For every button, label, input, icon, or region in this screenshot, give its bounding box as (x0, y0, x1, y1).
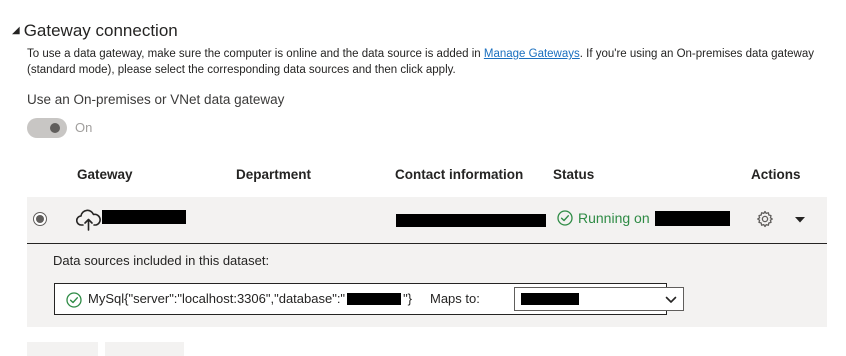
datasource-connection-string: MySql{"server":"localhost:3306","databas… (88, 291, 412, 306)
maps-to-value-redaction (521, 293, 579, 305)
datasource-suffix: "} (403, 291, 413, 306)
apply-button[interactable] (27, 342, 98, 356)
gateway-toggle[interactable] (27, 118, 67, 138)
chevron-down-icon (665, 296, 677, 303)
collapse-caret-icon[interactable]: ◢ (12, 26, 20, 36)
header-department: Department (236, 167, 312, 182)
check-circle-icon (66, 292, 82, 308)
datasource-prefix: MySql{"server":"localhost:3306","databas… (88, 291, 346, 306)
radio-selected-dot (36, 215, 44, 223)
maps-to-label: Maps to: (430, 291, 480, 306)
gateway-description: To use a data gateway, make sure the com… (27, 46, 827, 78)
manage-gateways-link[interactable]: Manage Gateways (484, 48, 580, 60)
datasources-title: Data sources included in this dataset: (53, 253, 270, 268)
gateway-row[interactable]: Running on (27, 197, 827, 244)
check-circle-icon (557, 210, 573, 226)
database-name-redaction (347, 292, 402, 305)
status-indicator: Running on (557, 210, 730, 226)
status-text: Running on (578, 210, 650, 226)
section-title: Gateway connection (23, 21, 178, 40)
header-actions: Actions (751, 167, 801, 182)
toggle-knob (50, 123, 60, 133)
status-host-redaction (654, 210, 730, 226)
discard-button[interactable] (105, 342, 184, 356)
gear-icon[interactable] (756, 210, 774, 228)
datasource-row: MySql{"server":"localhost:3306","databas… (54, 283, 684, 315)
cloud-upload-icon (76, 209, 101, 231)
datasources-panel: Data sources included in this dataset: M… (27, 244, 827, 327)
gateway-toggle-label: Use an On-premises or VNet data gateway (27, 92, 285, 107)
header-status: Status (553, 167, 595, 182)
contact-redaction (396, 214, 546, 227)
toggle-state-text: On (75, 120, 93, 135)
description-text-before: To use a data gateway, make sure the com… (27, 48, 484, 60)
section-header[interactable]: ◢ Gateway connection (12, 20, 178, 42)
header-contact: Contact information (395, 167, 524, 182)
gateway-name-redaction (102, 210, 186, 224)
chevron-down-icon[interactable] (794, 216, 806, 224)
maps-to-select[interactable] (514, 287, 684, 311)
header-gateway: Gateway (77, 167, 133, 182)
gateway-radio[interactable] (33, 212, 47, 226)
